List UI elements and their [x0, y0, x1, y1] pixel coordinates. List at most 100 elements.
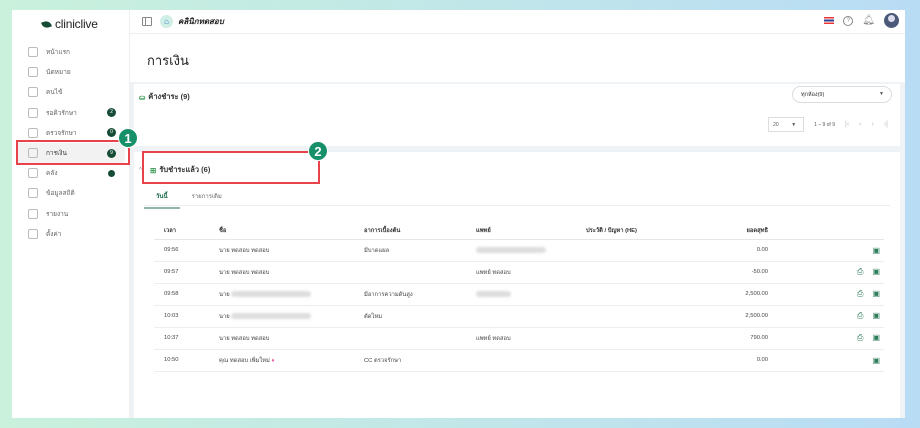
total-cell: 0.00	[706, 349, 776, 372]
pending-card: ⛀ ค้างชำระ (9) ทุกห้อง(9) ▼ 20 ▼ 1 – 9 of 9…	[134, 84, 900, 146]
doctor-cell: แพทย์ ทดสอบ	[466, 327, 576, 350]
avatar[interactable]	[884, 13, 899, 28]
name-cell: นาย	[209, 283, 354, 306]
first-page-button[interactable]: |‹	[845, 121, 849, 128]
nav-icon	[28, 47, 38, 58]
total-cell: 2,500.00	[706, 305, 776, 328]
sidebar-item-label: รายงาน	[46, 210, 69, 218]
history-cell	[576, 327, 706, 350]
table-row[interactable]: 09:58 นาย มีอาการความดันสูง 2,500.00 ⎙ ▣	[154, 283, 884, 306]
wallet-icon[interactable]: ▣	[872, 333, 880, 342]
symptom-cell	[354, 327, 466, 350]
chevron-down-icon: ▼	[879, 91, 884, 97]
sidebar-item-2[interactable]: คนไข้	[16, 82, 125, 102]
cash-icon: ⛀	[139, 92, 146, 102]
count-badge	[108, 169, 115, 177]
app-window: cliniclive หน้าแรกนัดหมายคนไข้รอคิวรักษา…	[12, 10, 905, 418]
sidebar-item-1[interactable]: นัดหมาย	[16, 62, 125, 82]
col-symptom: อาการเบื้องต้น	[354, 222, 466, 240]
sidebar-toggle-icon[interactable]	[142, 17, 152, 26]
wallet-icon[interactable]: ▣	[872, 356, 880, 365]
col-total: ยอดสุทธิ	[706, 222, 776, 240]
printer-icon[interactable]: ⎙	[857, 267, 863, 277]
col-time: เวลา	[154, 222, 209, 240]
time-cell: 09:56	[154, 239, 209, 262]
last-page-button[interactable]: ›|	[884, 121, 888, 128]
page-title: การเงิน	[130, 34, 905, 82]
sidebar-item-label: รอคิวรักษา	[46, 109, 77, 117]
printer-icon[interactable]: ⎙	[857, 311, 863, 321]
pagination: 20 ▼ 1 – 9 of 9 |‹ ‹ › ›|	[768, 117, 888, 132]
wallet-icon[interactable]: ▣	[872, 311, 880, 320]
history-cell	[576, 305, 706, 328]
col-history: ประวัติ / ปัญหา (HE)	[576, 222, 706, 240]
col-name: ชื่อ	[209, 222, 354, 240]
doctor-cell	[466, 283, 576, 306]
time-cell: 10:50	[154, 349, 209, 372]
name-cell: คุณ ทดสอบ เพิ่มใหม่ ♦	[209, 349, 354, 372]
table-row[interactable]: 10:03 นาย ตัดไหม 2,500.00 ⎙ ▣	[154, 305, 884, 328]
history-cell	[576, 349, 706, 372]
page-range: 1 – 9 of 9	[814, 121, 835, 128]
nav-icon	[28, 87, 38, 98]
table-row[interactable]: 09:56 นาย ทดสอบ ทดสอบ มีบาดแผล 0.00 ▣	[154, 239, 884, 262]
next-page-button[interactable]: ›	[872, 121, 874, 128]
table-row[interactable]: 09:57 นาย ทดสอบ ทดสอบ แพทย์ ทดสอบ -50.00…	[154, 261, 884, 284]
history-cell	[576, 283, 706, 306]
sidebar-item-8[interactable]: รายงาน	[16, 204, 125, 224]
name-cell: นาย	[209, 305, 354, 328]
pending-title[interactable]: ค้างชำระ (9)	[148, 91, 190, 103]
highlight-box-2	[142, 151, 320, 184]
doctor-cell	[466, 305, 576, 328]
total-cell: 0.00	[706, 239, 776, 262]
room-filter-select[interactable]: ทุกห้อง(9) ▼	[792, 86, 892, 103]
nav-icon	[28, 127, 38, 138]
sidebar-item-label: หน้าแรก	[46, 49, 70, 57]
callout-2: 2	[308, 141, 328, 161]
sidebar: cliniclive หน้าแรกนัดหมายคนไข้รอคิวรักษา…	[12, 10, 130, 418]
symptom-cell: มีอาการความดันสูง	[354, 283, 466, 306]
nav-icon	[28, 228, 38, 239]
history-cell	[576, 261, 706, 284]
sidebar-item-label: คลัง	[46, 170, 58, 178]
sidebar-item-6[interactable]: คลัง	[16, 163, 125, 183]
time-cell: 10:37	[154, 327, 209, 350]
printer-icon[interactable]: ⎙	[857, 289, 863, 299]
logo[interactable]: cliniclive	[41, 17, 129, 31]
clinic-name[interactable]: คลินิกทดสอบ	[178, 15, 224, 28]
nav-icon	[28, 107, 38, 118]
sidebar-item-7[interactable]: ข้อมูลสถิติ	[16, 183, 125, 203]
callout-1: 1	[118, 128, 138, 148]
symptom-cell	[354, 261, 466, 284]
wallet-icon[interactable]: ▣	[872, 289, 880, 298]
sidebar-item-label: ตั้งค่า	[46, 230, 62, 238]
prev-page-button[interactable]: ‹	[859, 121, 861, 128]
nav-icon	[28, 67, 38, 78]
time-cell: 10:03	[154, 305, 209, 328]
printer-icon[interactable]: ⎙	[857, 333, 863, 343]
total-cell: -50.00	[706, 261, 776, 284]
sidebar-item-label: คนไข้	[46, 89, 63, 97]
sidebar-item-0[interactable]: หน้าแรก	[16, 42, 125, 62]
table-row[interactable]: 10:50 คุณ ทดสอบ เพิ่มใหม่ ♦ CC ตรวจรักษา…	[154, 349, 884, 372]
doctor-cell	[466, 239, 576, 262]
help-icon[interactable]: ?	[843, 15, 854, 26]
sidebar-item-3[interactable]: รอคิวรักษา 2	[16, 103, 125, 123]
thai-flag-icon[interactable]	[824, 17, 835, 24]
top-bar: ⌂ คลินิกทดสอบ ? 🔔︎	[130, 10, 905, 34]
symptom-cell: ตัดไหม	[354, 305, 466, 328]
nav-icon	[28, 208, 38, 219]
count-badge: 0	[107, 128, 116, 138]
table-row[interactable]: 10:37 นาย ทดสอบ ทดสอบ แพทย์ ทดสอบ 790.00…	[154, 327, 884, 350]
new-patient-icon: ♦	[271, 358, 275, 364]
brand-name: cliniclive	[55, 17, 98, 31]
sidebar-item-label: ข้อมูลสถิติ	[46, 190, 75, 198]
chevron-down-icon: ▼	[791, 122, 797, 128]
bell-icon[interactable]: 🔔︎	[862, 15, 875, 26]
wallet-icon[interactable]: ▣	[872, 246, 880, 255]
highlight-box-1	[16, 140, 130, 165]
page-size-select[interactable]: 20 ▼	[768, 117, 805, 132]
wallet-icon[interactable]: ▣	[872, 267, 880, 276]
paid-card: ^ ⊞ รับชำระแล้ว (6) วันนี้ รายการเดิม เวล…	[134, 152, 900, 418]
sidebar-item-9[interactable]: ตั้งค่า	[16, 224, 125, 244]
